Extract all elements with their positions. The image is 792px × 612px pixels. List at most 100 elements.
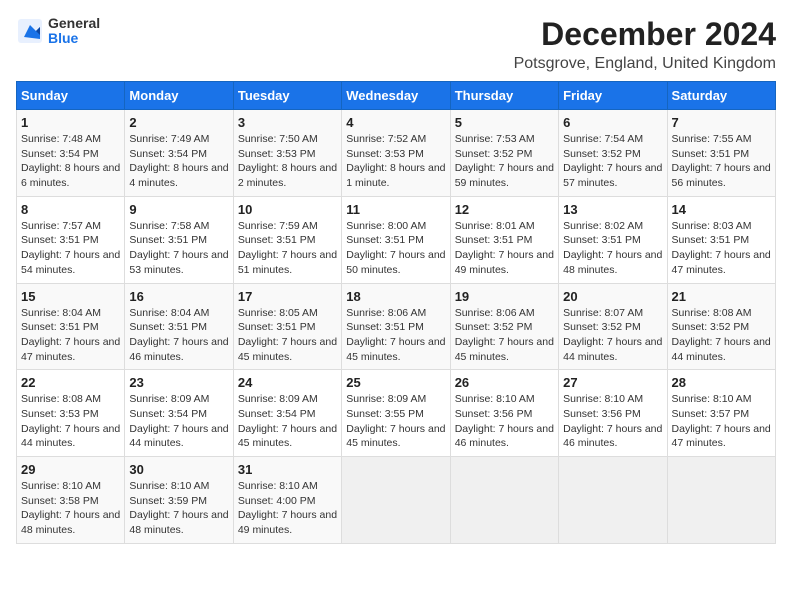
sunset-label: Sunset: 3:51 PM <box>21 321 99 333</box>
sunset-label: Sunset: 3:52 PM <box>455 321 533 333</box>
sunrise-label: Sunrise: 8:09 AM <box>129 393 209 405</box>
calendar-cell <box>559 457 667 544</box>
day-info: Sunrise: 7:55 AM Sunset: 3:51 PM Dayligh… <box>672 132 771 191</box>
header-day-saturday: Saturday <box>667 82 775 110</box>
day-info: Sunrise: 8:08 AM Sunset: 3:52 PM Dayligh… <box>672 306 771 365</box>
daylight-label: Daylight: 7 hours and 45 minutes. <box>455 336 554 363</box>
sunset-label: Sunset: 3:58 PM <box>21 495 99 507</box>
sunset-label: Sunset: 3:51 PM <box>346 321 424 333</box>
calendar-cell: 31 Sunrise: 8:10 AM Sunset: 4:00 PM Dayl… <box>233 457 341 544</box>
day-number: 14 <box>672 202 771 217</box>
header-row: SundayMondayTuesdayWednesdayThursdayFrid… <box>17 82 776 110</box>
daylight-label: Daylight: 7 hours and 54 minutes. <box>21 249 120 276</box>
daylight-label: Daylight: 7 hours and 47 minutes. <box>672 249 771 276</box>
sunset-label: Sunset: 3:51 PM <box>455 234 533 246</box>
day-info: Sunrise: 8:04 AM Sunset: 3:51 PM Dayligh… <box>21 306 120 365</box>
calendar-cell: 11 Sunrise: 8:00 AM Sunset: 3:51 PM Dayl… <box>342 196 450 283</box>
day-info: Sunrise: 8:10 AM Sunset: 3:56 PM Dayligh… <box>455 392 554 451</box>
daylight-label: Daylight: 7 hours and 44 minutes. <box>672 336 771 363</box>
day-info: Sunrise: 8:10 AM Sunset: 3:56 PM Dayligh… <box>563 392 662 451</box>
day-number: 11 <box>346 202 445 217</box>
sunrise-label: Sunrise: 8:08 AM <box>21 393 101 405</box>
day-info: Sunrise: 7:50 AM Sunset: 3:53 PM Dayligh… <box>238 132 337 191</box>
day-number: 4 <box>346 115 445 130</box>
sunset-label: Sunset: 3:55 PM <box>346 408 424 420</box>
day-number: 12 <box>455 202 554 217</box>
day-info: Sunrise: 7:48 AM Sunset: 3:54 PM Dayligh… <box>21 132 120 191</box>
sunrise-label: Sunrise: 8:09 AM <box>346 393 426 405</box>
day-info: Sunrise: 7:53 AM Sunset: 3:52 PM Dayligh… <box>455 132 554 191</box>
sunrise-label: Sunrise: 7:54 AM <box>563 133 643 145</box>
sunset-label: Sunset: 3:54 PM <box>21 148 99 160</box>
day-number: 27 <box>563 375 662 390</box>
header-day-thursday: Thursday <box>450 82 558 110</box>
week-row-5: 29 Sunrise: 8:10 AM Sunset: 3:58 PM Dayl… <box>17 457 776 544</box>
calendar-cell: 25 Sunrise: 8:09 AM Sunset: 3:55 PM Dayl… <box>342 370 450 457</box>
sunset-label: Sunset: 3:53 PM <box>21 408 99 420</box>
calendar-cell: 5 Sunrise: 7:53 AM Sunset: 3:52 PM Dayli… <box>450 110 558 197</box>
day-info: Sunrise: 8:09 AM Sunset: 3:55 PM Dayligh… <box>346 392 445 451</box>
calendar-cell <box>667 457 775 544</box>
daylight-label: Daylight: 7 hours and 48 minutes. <box>129 509 228 536</box>
day-number: 8 <box>21 202 120 217</box>
sunrise-label: Sunrise: 8:10 AM <box>563 393 643 405</box>
calendar-cell: 12 Sunrise: 8:01 AM Sunset: 3:51 PM Dayl… <box>450 196 558 283</box>
sunrise-label: Sunrise: 8:04 AM <box>129 307 209 319</box>
header-day-wednesday: Wednesday <box>342 82 450 110</box>
sunrise-label: Sunrise: 7:58 AM <box>129 220 209 232</box>
day-info: Sunrise: 7:49 AM Sunset: 3:54 PM Dayligh… <box>129 132 228 191</box>
calendar-cell: 19 Sunrise: 8:06 AM Sunset: 3:52 PM Dayl… <box>450 283 558 370</box>
sunset-label: Sunset: 3:54 PM <box>238 408 316 420</box>
calendar-cell: 23 Sunrise: 8:09 AM Sunset: 3:54 PM Dayl… <box>125 370 233 457</box>
day-number: 2 <box>129 115 228 130</box>
sunrise-label: Sunrise: 8:05 AM <box>238 307 318 319</box>
day-info: Sunrise: 8:09 AM Sunset: 3:54 PM Dayligh… <box>238 392 337 451</box>
day-info: Sunrise: 8:03 AM Sunset: 3:51 PM Dayligh… <box>672 219 771 278</box>
calendar-cell: 9 Sunrise: 7:58 AM Sunset: 3:51 PM Dayli… <box>125 196 233 283</box>
day-info: Sunrise: 8:02 AM Sunset: 3:51 PM Dayligh… <box>563 219 662 278</box>
calendar-cell: 28 Sunrise: 8:10 AM Sunset: 3:57 PM Dayl… <box>667 370 775 457</box>
sunset-label: Sunset: 3:51 PM <box>563 234 641 246</box>
logo-general: General <box>48 16 100 31</box>
sunrise-label: Sunrise: 7:53 AM <box>455 133 535 145</box>
calendar-cell: 7 Sunrise: 7:55 AM Sunset: 3:51 PM Dayli… <box>667 110 775 197</box>
day-info: Sunrise: 8:07 AM Sunset: 3:52 PM Dayligh… <box>563 306 662 365</box>
header-day-monday: Monday <box>125 82 233 110</box>
sunrise-label: Sunrise: 8:07 AM <box>563 307 643 319</box>
logo-blue: Blue <box>48 31 100 46</box>
daylight-label: Daylight: 7 hours and 47 minutes. <box>672 423 771 450</box>
sunrise-label: Sunrise: 8:06 AM <box>455 307 535 319</box>
sunrise-label: Sunrise: 7:55 AM <box>672 133 752 145</box>
day-number: 22 <box>21 375 120 390</box>
daylight-label: Daylight: 7 hours and 45 minutes. <box>346 423 445 450</box>
day-info: Sunrise: 8:08 AM Sunset: 3:53 PM Dayligh… <box>21 392 120 451</box>
sunset-label: Sunset: 3:52 PM <box>563 321 641 333</box>
daylight-label: Daylight: 7 hours and 49 minutes. <box>238 509 337 536</box>
calendar-cell: 29 Sunrise: 8:10 AM Sunset: 3:58 PM Dayl… <box>17 457 125 544</box>
day-number: 15 <box>21 289 120 304</box>
logo-icon <box>16 17 44 45</box>
sunrise-label: Sunrise: 7:50 AM <box>238 133 318 145</box>
logo-text: General Blue <box>48 16 100 47</box>
sunset-label: Sunset: 3:52 PM <box>672 321 750 333</box>
header-day-tuesday: Tuesday <box>233 82 341 110</box>
calendar-cell <box>450 457 558 544</box>
sunset-label: Sunset: 3:56 PM <box>455 408 533 420</box>
calendar-table: SundayMondayTuesdayWednesdayThursdayFrid… <box>16 81 776 544</box>
day-number: 23 <box>129 375 228 390</box>
daylight-label: Daylight: 8 hours and 4 minutes. <box>129 162 228 189</box>
day-info: Sunrise: 7:52 AM Sunset: 3:53 PM Dayligh… <box>346 132 445 191</box>
calendar-cell: 26 Sunrise: 8:10 AM Sunset: 3:56 PM Dayl… <box>450 370 558 457</box>
calendar-cell: 2 Sunrise: 7:49 AM Sunset: 3:54 PM Dayli… <box>125 110 233 197</box>
calendar-cell: 22 Sunrise: 8:08 AM Sunset: 3:53 PM Dayl… <box>17 370 125 457</box>
page-header: General Blue December 2024 Potsgrove, En… <box>16 16 776 73</box>
sunset-label: Sunset: 3:54 PM <box>129 148 207 160</box>
sunrise-label: Sunrise: 8:06 AM <box>346 307 426 319</box>
calendar-cell: 3 Sunrise: 7:50 AM Sunset: 3:53 PM Dayli… <box>233 110 341 197</box>
daylight-label: Daylight: 7 hours and 44 minutes. <box>563 336 662 363</box>
day-number: 3 <box>238 115 337 130</box>
day-number: 16 <box>129 289 228 304</box>
calendar-cell: 16 Sunrise: 8:04 AM Sunset: 3:51 PM Dayl… <box>125 283 233 370</box>
sunrise-label: Sunrise: 8:08 AM <box>672 307 752 319</box>
daylight-label: Daylight: 7 hours and 46 minutes. <box>563 423 662 450</box>
